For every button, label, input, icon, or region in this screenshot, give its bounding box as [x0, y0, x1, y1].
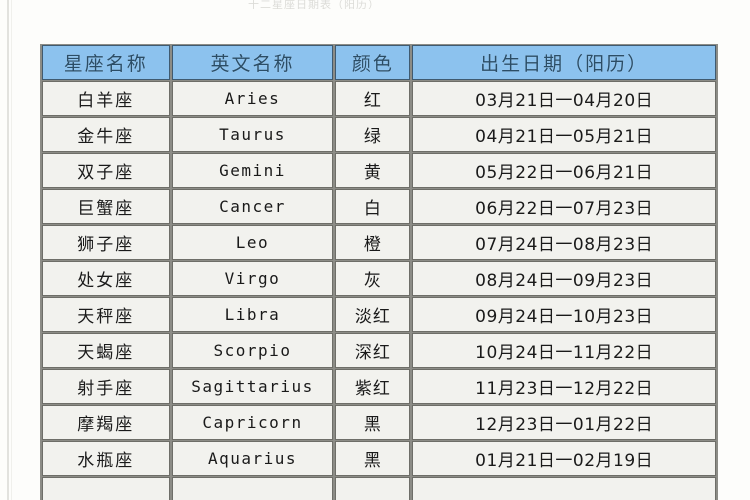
cell-english-name: Cancer [171, 189, 334, 224]
cell-color: 黄 [335, 153, 411, 188]
cell-color: 淡红 [335, 297, 411, 332]
cell-zodiac-name: 白羊座 [42, 81, 170, 116]
table-row: 狮子座 Leo 橙 07月24日一08月23日 [42, 225, 716, 260]
cell-birth-date: 04月21日一05月21日 [412, 117, 716, 152]
cell-birth-date [412, 477, 716, 500]
cell-english-name: Scorpio [171, 333, 334, 368]
cell-zodiac-name: 金牛座 [42, 117, 170, 152]
cell-color: 白 [335, 189, 411, 224]
cell-birth-date: 03月21日一04月20日 [412, 81, 716, 116]
cell-english-name [171, 477, 334, 500]
cell-english-name: Sagittarius [171, 369, 334, 404]
cell-birth-date: 11月23日一12月22日 [412, 369, 716, 404]
table-row: 天蝎座 Scorpio 深红 10月24日一11月22日 [42, 333, 716, 368]
cell-color [335, 477, 411, 500]
cell-english-name: Aquarius [171, 441, 334, 476]
cell-zodiac-name: 天秤座 [42, 297, 170, 332]
cell-birth-date: 09月24日一10月23日 [412, 297, 716, 332]
page-gutter-line-secondary [11, 0, 12, 500]
column-header-english-name: 英文名称 [171, 45, 334, 80]
cell-birth-date: 06月22日一07月23日 [412, 189, 716, 224]
cell-english-name: Taurus [171, 117, 334, 152]
cell-color: 红 [335, 81, 411, 116]
cell-zodiac-name: 水瓶座 [42, 441, 170, 476]
cell-color: 黑 [335, 405, 411, 440]
cell-birth-date: 07月24日一08月23日 [412, 225, 716, 260]
cell-color: 深红 [335, 333, 411, 368]
table-row: 双子座 Gemini 黄 05月22日一06月21日 [42, 153, 716, 188]
cell-zodiac-name [42, 477, 170, 500]
table-row: 射手座 Sagittarius 紫红 11月23日一12月22日 [42, 369, 716, 404]
cell-zodiac-name: 狮子座 [42, 225, 170, 260]
column-header-birth-date: 出生日期（阳历） [412, 45, 716, 80]
table-header-row: 星座名称 英文名称 颜色 出生日期（阳历） [42, 45, 716, 80]
table-row: 白羊座 Aries 红 03月21日一04月20日 [42, 81, 716, 116]
cell-zodiac-name: 处女座 [42, 261, 170, 296]
table-row: 摩羯座 Capricorn 黑 12月23日一01月22日 [42, 405, 716, 440]
cell-color: 黑 [335, 441, 411, 476]
cell-zodiac-name: 巨蟹座 [42, 189, 170, 224]
cell-birth-date: 10月24日一11月22日 [412, 333, 716, 368]
cell-zodiac-name: 天蝎座 [42, 333, 170, 368]
table-header: 星座名称 英文名称 颜色 出生日期（阳历） [42, 45, 716, 80]
cell-birth-date: 05月22日一06月21日 [412, 153, 716, 188]
zodiac-table: 星座名称 英文名称 颜色 出生日期（阳历） 白羊座 Aries 红 03月21日… [40, 44, 718, 500]
page-gutter-line [7, 0, 9, 500]
cell-color: 橙 [335, 225, 411, 260]
cell-birth-date: 08月24日一09月23日 [412, 261, 716, 296]
table-row: 天秤座 Libra 淡红 09月24日一10月23日 [42, 297, 716, 332]
table-row-clipped [42, 477, 716, 500]
table-row: 水瓶座 Aquarius 黑 01月21日一02月19日 [42, 441, 716, 476]
cell-zodiac-name: 射手座 [42, 369, 170, 404]
cell-english-name: Leo [171, 225, 334, 260]
cell-english-name: Virgo [171, 261, 334, 296]
cell-zodiac-name: 摩羯座 [42, 405, 170, 440]
table-row: 处女座 Virgo 灰 08月24日一09月23日 [42, 261, 716, 296]
top-caption-partial: 十二星座日期表（阳历） [248, 0, 380, 9]
table-row: 金牛座 Taurus 绿 04月21日一05月21日 [42, 117, 716, 152]
cell-english-name: Capricorn [171, 405, 334, 440]
cell-english-name: Gemini [171, 153, 334, 188]
cell-color: 灰 [335, 261, 411, 296]
page-root: 十二星座日期表（阳历） 星座名称 英文名称 颜色 出生日期（阳历） 白羊座 Ar… [0, 0, 750, 500]
column-header-zodiac-name: 星座名称 [42, 45, 170, 80]
cell-english-name: Aries [171, 81, 334, 116]
column-header-color: 颜色 [335, 45, 411, 80]
table-row: 巨蟹座 Cancer 白 06月22日一07月23日 [42, 189, 716, 224]
cell-english-name: Libra [171, 297, 334, 332]
cell-birth-date: 01月21日一02月19日 [412, 441, 716, 476]
cell-color: 绿 [335, 117, 411, 152]
table-body: 白羊座 Aries 红 03月21日一04月20日 金牛座 Taurus 绿 0… [42, 81, 716, 500]
cell-birth-date: 12月23日一01月22日 [412, 405, 716, 440]
cell-zodiac-name: 双子座 [42, 153, 170, 188]
cell-color: 紫红 [335, 369, 411, 404]
